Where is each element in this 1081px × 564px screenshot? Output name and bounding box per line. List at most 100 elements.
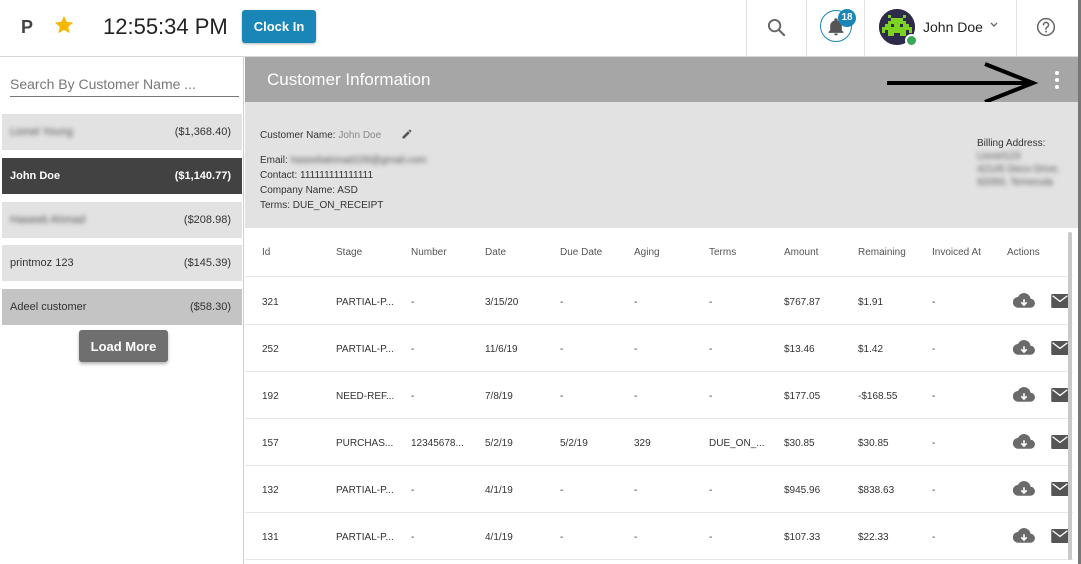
table-cell: - <box>709 391 713 402</box>
table-cell: 192 <box>262 391 279 402</box>
billing-address-line: Lionel123 <box>977 151 1021 162</box>
download-cloud-icon[interactable] <box>1013 292 1035 310</box>
email-icon[interactable] <box>1051 341 1069 355</box>
table-cell: - <box>634 297 638 308</box>
help-button[interactable] <box>1016 0 1078 56</box>
customer-balance: ($1,368.40) <box>174 126 231 138</box>
column-header[interactable]: Id <box>262 247 270 258</box>
table-cell: 131 <box>262 532 279 543</box>
table-cell: - <box>634 391 638 402</box>
edit-pencil-icon[interactable] <box>401 128 413 140</box>
column-header[interactable]: Date <box>485 247 506 258</box>
email-icon[interactable] <box>1051 388 1069 402</box>
clock-in-button[interactable]: Clock In <box>242 10 316 43</box>
notifications-button[interactable]: 18 <box>806 0 864 56</box>
billing-address-line: 92050, Temecula <box>977 177 1053 188</box>
download-cloud-icon[interactable] <box>1013 433 1035 451</box>
table-cell: - <box>634 344 638 355</box>
email-value: haseebahmad109@gmail.com <box>290 155 427 166</box>
table-cell: - <box>411 344 415 355</box>
table-cell: - <box>560 344 564 355</box>
customer-name: Haseeb Ahmad <box>10 214 86 226</box>
more-options-icon[interactable] <box>1051 70 1063 90</box>
email-row: Email: haseebahmad109@gmail.com <box>260 155 426 166</box>
column-header[interactable]: Amount <box>784 247 818 258</box>
customer-list-panel: Lionel Young ($1,368.40) John Doe ($1,14… <box>0 57 244 564</box>
customer-balance: ($208.98) <box>183 214 231 226</box>
table-cell: $1.91 <box>858 297 884 308</box>
table-cell: 12345678... <box>411 438 464 449</box>
download-cloud-icon[interactable] <box>1013 339 1035 357</box>
download-cloud-icon[interactable] <box>1013 480 1035 498</box>
column-header[interactable]: Number <box>411 247 447 258</box>
column-header[interactable]: Stage <box>336 247 362 258</box>
table-cell: $13.46 <box>784 344 815 355</box>
invoice-table: Id Stage Number Date Due Date Aging Term… <box>245 228 1073 564</box>
table-cell: - <box>932 391 936 402</box>
download-cloud-icon[interactable] <box>1013 386 1035 404</box>
column-header[interactable]: Terms <box>709 247 736 258</box>
email-icon[interactable] <box>1051 482 1069 496</box>
table-cell: $107.33 <box>784 532 821 543</box>
customer-list-item[interactable]: Lionel Young ($1,368.40) <box>2 114 242 150</box>
table-cell: - <box>709 532 713 543</box>
table-cell: $838.63 <box>858 485 895 496</box>
table-cell: - <box>560 485 564 496</box>
annotation-arrow-icon <box>887 62 1039 104</box>
customer-list-item-active[interactable]: John Doe ($1,140.77) <box>2 158 242 194</box>
table-cell: 329 <box>634 438 651 449</box>
email-icon[interactable] <box>1051 435 1069 449</box>
table-cell: - <box>560 297 564 308</box>
table-cell: -$168.55 <box>858 391 898 402</box>
table-cell: 5/2/19 <box>485 438 513 449</box>
customer-search-input[interactable] <box>10 71 239 97</box>
user-name: John Doe <box>923 19 983 35</box>
table-cell: $767.87 <box>784 297 821 308</box>
customer-name: John Doe <box>10 170 61 182</box>
table-cell: - <box>932 297 936 308</box>
table-scrollbar[interactable] <box>1068 232 1072 560</box>
load-more-button[interactable]: Load More <box>79 330 168 362</box>
panel-title: Customer Information <box>267 70 431 89</box>
table-cell: - <box>411 297 415 308</box>
table-cell: 321 <box>262 297 279 308</box>
customer-balance: ($58.30) <box>190 301 231 313</box>
table-cell: - <box>411 391 415 402</box>
table-cell: - <box>634 532 638 543</box>
customer-name: Lionel Young <box>10 126 74 138</box>
online-status-icon <box>905 34 918 47</box>
column-header[interactable]: Remaining <box>858 247 906 258</box>
table-row[interactable]: 192 NEED-REF... - 7/8/19 - - - $177.05 -$168.55 - <box>245 372 1073 419</box>
table-cell: PURCHAS... <box>336 438 394 449</box>
table-row[interactable]: 252 PARTIAL-P... - 11/6/19 - - - $13.46 $1.42 - <box>245 325 1073 372</box>
terms-row: Terms: DUE_ON_RECEIPT <box>260 200 384 211</box>
company-row: Company Name: ASD <box>260 185 358 196</box>
table-cell: - <box>560 391 564 402</box>
email-icon[interactable] <box>1051 529 1069 543</box>
table-row[interactable]: 132 PARTIAL-P... - 4/1/19 - - - $945.96 $838.63 - <box>245 466 1073 513</box>
brand-letter[interactable]: P <box>21 17 33 38</box>
contact-row: Contact: 111111111111111 <box>260 170 374 181</box>
table-cell: - <box>709 485 713 496</box>
star-icon[interactable] <box>53 14 75 36</box>
email-label: Email: <box>260 155 288 166</box>
column-header[interactable]: Invoiced At <box>932 247 981 258</box>
column-header: Actions <box>1007 247 1040 258</box>
table-row[interactable]: 157 PURCHAS... 12345678... 5/2/19 5/2/19 329 D… <box>245 419 1073 466</box>
table-row[interactable]: 321 PARTIAL-P... - 3/15/20 - - - $767.87 $1.91 - <box>245 278 1073 325</box>
email-icon[interactable] <box>1051 294 1069 308</box>
customer-balance: ($1,140.77) <box>174 170 231 182</box>
header-search-button[interactable] <box>746 0 806 56</box>
column-header[interactable]: Due Date <box>560 247 602 258</box>
customer-list-item[interactable]: printmoz 123 ($145.39) <box>2 245 242 281</box>
table-cell: 157 <box>262 438 279 449</box>
user-menu[interactable]: John Doe <box>864 0 1016 56</box>
table-cell: 132 <box>262 485 279 496</box>
table-cell: 4/1/19 <box>485 485 513 496</box>
column-header[interactable]: Aging <box>634 247 660 258</box>
table-row[interactable]: 131 PARTIAL-P... - 4/1/19 - - - $107.33 $22.33 - <box>245 513 1073 560</box>
customer-list-item[interactable]: Haseeb Ahmad ($208.98) <box>2 202 242 238</box>
customer-list-item[interactable]: Adeel customer ($58.30) <box>2 289 242 325</box>
download-cloud-icon[interactable] <box>1013 527 1035 545</box>
table-cell: PARTIAL-P... <box>336 532 394 543</box>
